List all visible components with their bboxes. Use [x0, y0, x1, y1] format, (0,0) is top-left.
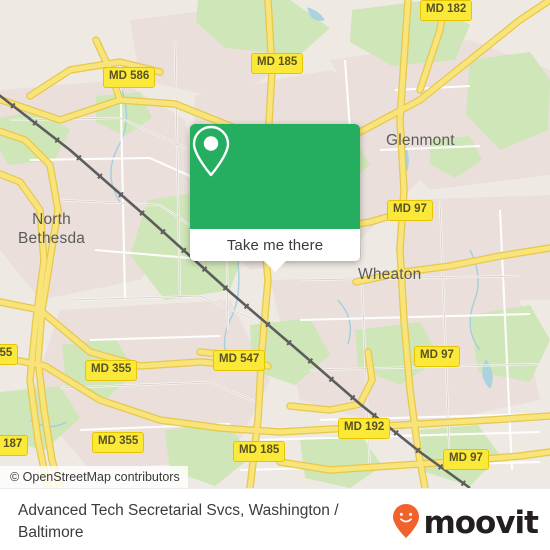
highway-shield: MD 355: [0, 344, 19, 365]
highway-shield: MD 355: [92, 432, 145, 453]
moovit-pin-icon: [391, 503, 421, 544]
map-canvas[interactable]: North Bethesda Glenmont Wheaton MD 182 M…: [0, 0, 550, 488]
highway-shield: MD 97: [387, 200, 433, 221]
moovit-map-screenshot: North Bethesda Glenmont Wheaton MD 182 M…: [0, 0, 550, 550]
moovit-wordmark: moovit: [423, 505, 539, 541]
highway-shield: MD 97: [414, 346, 460, 367]
take-me-there-label: Take me there: [226, 236, 324, 254]
attribution-text: © OpenStreetMap contributors: [10, 470, 180, 484]
moovit-logo[interactable]: moovit: [391, 503, 539, 544]
highway-shield: MD 355: [85, 360, 138, 381]
footer-bar: Advanced Tech Secretarial Svcs, Washingt…: [0, 488, 550, 550]
popup-footer[interactable]: Take me there: [190, 229, 360, 272]
highway-shield: MD 192: [338, 418, 391, 439]
location-title: Advanced Tech Secretarial Svcs, Washingt…: [18, 502, 339, 541]
popup-header: [190, 124, 360, 229]
highway-shield: MD 187: [0, 435, 29, 456]
highway-shield: MD 185: [233, 441, 286, 462]
popup-tail-pointer: [264, 261, 286, 272]
highway-shield: MD 182: [420, 0, 473, 21]
map-attribution[interactable]: © OpenStreetMap contributors: [0, 466, 188, 488]
highway-shield: MD 586: [103, 67, 156, 88]
location-popup-card[interactable]: Take me there: [190, 124, 360, 272]
highway-shield: MD 547: [213, 350, 266, 371]
highway-shield: MD 97: [443, 449, 489, 470]
highway-shield: MD 185: [251, 53, 304, 74]
